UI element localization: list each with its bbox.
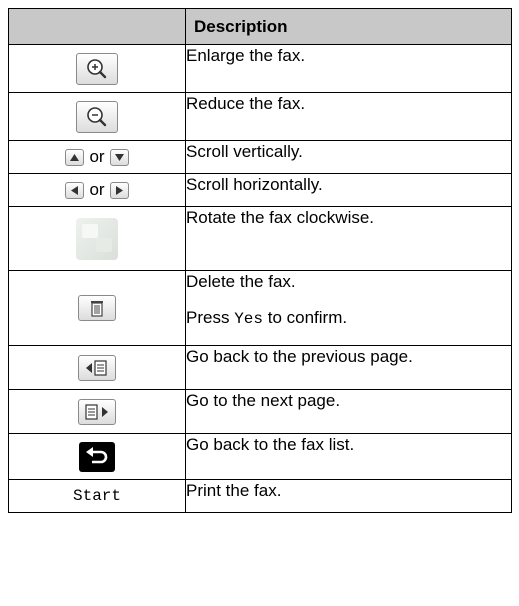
zoom-in-icon [76, 52, 118, 85]
key-cell [8, 270, 186, 346]
left-arrow-icon [65, 181, 85, 199]
key-cell [8, 92, 186, 141]
table-row: Go back to the previous page. [8, 345, 512, 390]
description-cell: Scroll vertically. [185, 140, 512, 174]
table-row: Start Print the fax. [8, 479, 512, 513]
trash-icon [78, 295, 116, 321]
back-arrow-icon [79, 441, 115, 472]
table-row: Delete the fax. Press Yes to confirm. [8, 270, 512, 346]
description-cell: Print the fax. [185, 479, 512, 513]
up-arrow-icon [65, 148, 85, 166]
header-row: Description [8, 8, 512, 45]
table-row: Rotate the fax clockwise. [8, 206, 512, 271]
or-label: or [89, 147, 105, 166]
header-key-cell [8, 8, 186, 45]
rotate-icon [76, 217, 118, 260]
start-key-label: Start [72, 487, 121, 505]
table-row: or Scroll horizontally. [8, 173, 512, 207]
right-arrow-icon [109, 181, 129, 199]
description-cell: Go back to the fax list. [185, 433, 512, 480]
description-cell: Scroll horizontally. [185, 173, 512, 207]
confirm-suffix: to confirm. [263, 308, 348, 327]
key-cell: or [8, 140, 186, 174]
description-cell: Reduce the fax. [185, 92, 512, 141]
table-row: Reduce the fax. [8, 92, 512, 141]
confirm-description: Press Yes to confirm. [186, 307, 511, 330]
key-cell [8, 206, 186, 271]
key-cell [8, 44, 186, 93]
key-cell [8, 389, 186, 434]
prev-page-icon [78, 354, 116, 381]
reference-table: Description Enlarge the fax. Reduce the … [8, 8, 512, 513]
table-row: or Scroll vertically. [8, 140, 512, 174]
yes-key-label: Yes [234, 310, 263, 328]
delete-description: Delete the fax. [186, 272, 296, 291]
description-cell: Delete the fax. Press Yes to confirm. [185, 270, 512, 346]
description-cell: Rotate the fax clockwise. [185, 206, 512, 271]
zoom-out-icon [76, 100, 118, 133]
key-cell: Start [8, 479, 186, 513]
table-row: Enlarge the fax. [8, 44, 512, 93]
table-row: Go to the next page. [8, 389, 512, 434]
description-cell: Go back to the previous page. [185, 345, 512, 390]
table-row: Go back to the fax list. [8, 433, 512, 480]
next-page-icon [78, 398, 116, 425]
confirm-prefix: Press [186, 308, 235, 327]
description-cell: Go to the next page. [185, 389, 512, 434]
key-cell: or [8, 173, 186, 207]
header-description: Description [185, 8, 512, 45]
key-cell [8, 345, 186, 390]
key-cell [8, 433, 186, 480]
down-arrow-icon [109, 148, 129, 166]
description-cell: Enlarge the fax. [185, 44, 512, 93]
or-label: or [89, 180, 105, 199]
